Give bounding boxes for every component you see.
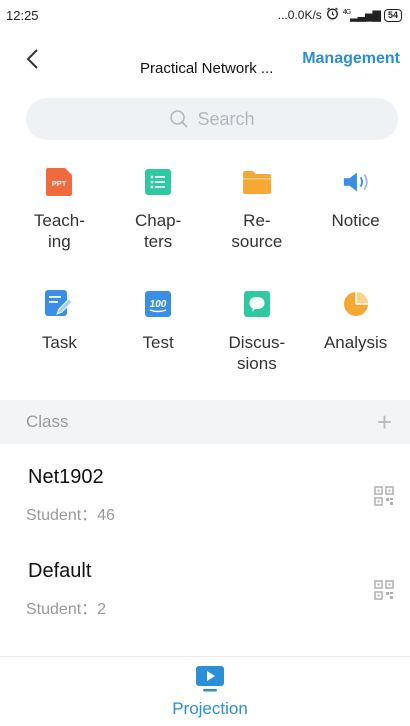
cell-signal-icon: 4G▂▃▅▇ (342, 8, 381, 22)
chat-icon (243, 290, 271, 318)
class-section-title: Class (26, 412, 69, 431)
status-time: 12:25 (6, 7, 39, 23)
chapters-button[interactable]: Chap- ters (109, 160, 208, 272)
chevron-left-icon (26, 49, 38, 69)
svg-text:100: 100 (150, 299, 167, 310)
projection-label: Projection (172, 699, 248, 718)
analysis-button[interactable]: Analysis (306, 282, 405, 394)
search-input[interactable]: Search (26, 98, 398, 140)
resource-button[interactable]: Re- source (208, 160, 307, 272)
chapters-label: Chap- ters (134, 211, 182, 251)
discussions-button[interactable]: Discus- sions (208, 282, 307, 394)
class-name: Default (28, 560, 92, 582)
svg-text:PPT: PPT (52, 179, 67, 188)
test-label: Test (142, 333, 174, 352)
class-student-count: Student：46 (26, 507, 115, 524)
list-icon (144, 168, 172, 196)
search-placeholder: Search (197, 108, 255, 129)
teaching-label: Teach- ing (33, 211, 85, 251)
notice-label: Notice (331, 211, 380, 230)
nav-bar: Practical Network ... Management (0, 30, 410, 90)
search-icon (170, 110, 189, 128)
class-item[interactable]: Net1902 Student：46 (0, 454, 410, 544)
status-bar: 12:25 ...0.0K/s 4G▂▃▅▇ 54 (0, 0, 410, 30)
test-button[interactable]: 100 Test (109, 282, 208, 394)
projection-screen-icon (196, 666, 224, 692)
page-title: Practical Network ... (140, 60, 274, 77)
ppt-icon: PPT (45, 168, 73, 196)
management-button[interactable]: Management (302, 50, 400, 68)
battery-icon: 54 (383, 8, 402, 22)
test-score-icon: 100 (144, 290, 172, 318)
alarm-icon (326, 7, 339, 23)
analysis-label: Analysis (323, 333, 388, 352)
feature-grid: PPT Teach- ing Chap- ters Re- source Not… (10, 160, 405, 394)
class-name: Net1902 (28, 466, 104, 488)
qr-code-icon[interactable] (374, 580, 394, 600)
bottom-tabbar: Projection (0, 657, 410, 726)
task-label: Task (41, 333, 77, 352)
notice-button[interactable]: Notice (306, 160, 405, 272)
class-section-header: Class + (0, 400, 410, 444)
task-button[interactable]: Task (10, 282, 109, 394)
teaching-button[interactable]: PPT Teach- ing (10, 160, 109, 272)
add-class-button[interactable]: + (377, 409, 392, 435)
task-edit-icon (45, 290, 74, 318)
network-speed: ...0.0K/s (277, 8, 322, 22)
class-student-count: Student：2 (26, 601, 107, 618)
back-button[interactable] (18, 42, 46, 76)
signal-label: 4G (342, 8, 351, 16)
qr-code-icon[interactable] (374, 486, 394, 506)
pie-chart-icon (342, 290, 370, 318)
status-indicators: ...0.0K/s 4G▂▃▅▇ 54 (278, 7, 402, 23)
discussions-label: Discus- sions (228, 333, 286, 373)
resource-label: Re- source (231, 211, 283, 251)
projection-tab[interactable]: Projection (155, 657, 265, 726)
class-item[interactable]: Default Student：2 (0, 548, 410, 638)
folder-icon (242, 168, 271, 196)
speaker-icon (342, 168, 370, 196)
